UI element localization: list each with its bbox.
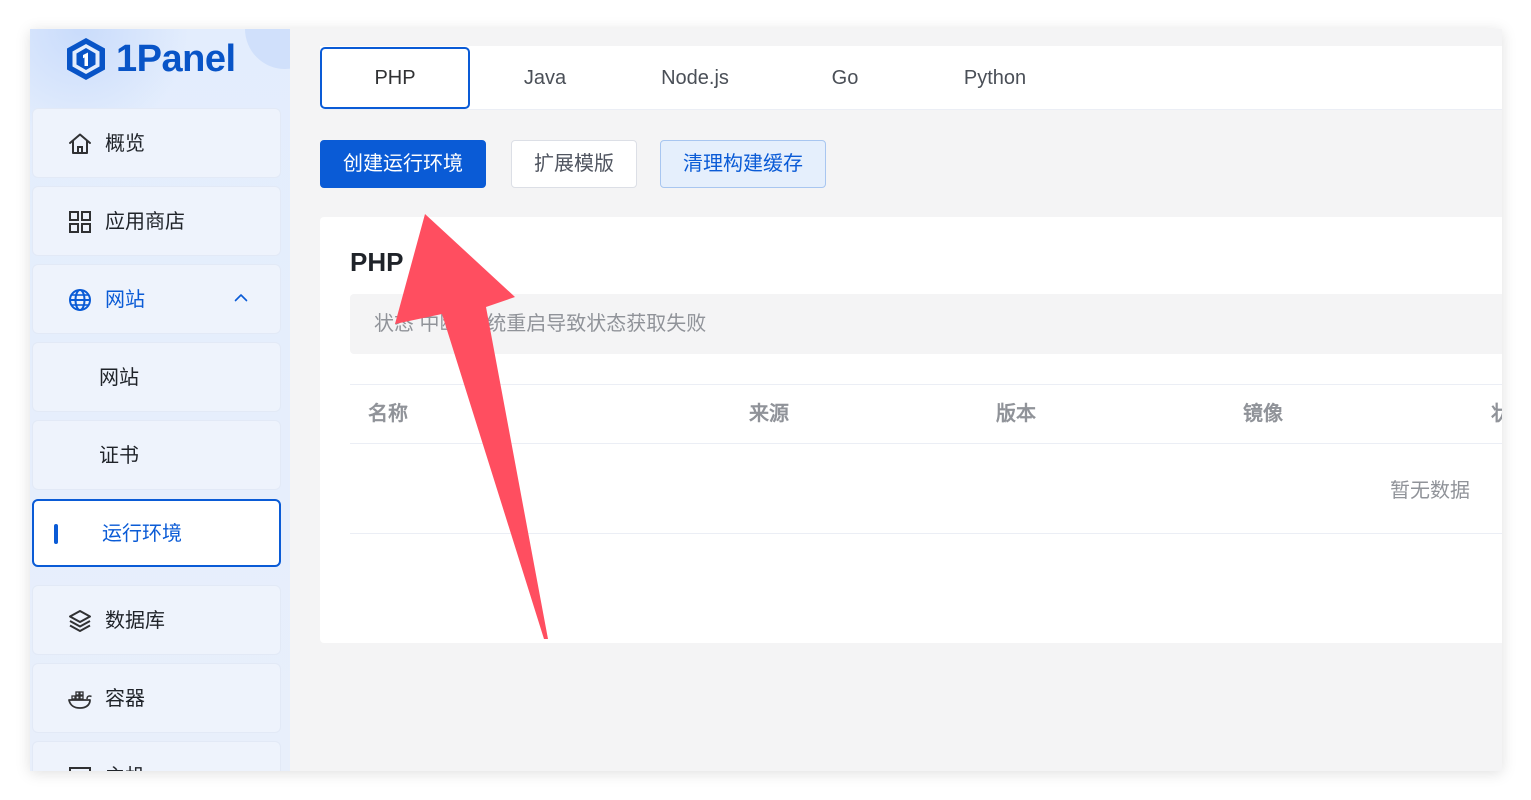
logo-text: 1Panel [116, 37, 236, 80]
sidebar-item-containers[interactable]: 容器 [32, 663, 281, 733]
column-image[interactable]: 镜像 [1243, 385, 1283, 443]
grid-icon [69, 211, 91, 233]
sidebar-item-label: 容器 [105, 688, 145, 710]
column-name[interactable]: 名称 [368, 385, 408, 443]
tab-nodejs[interactable]: Node.js [620, 47, 770, 109]
status-notice: 状态 中断-系统重启导致状态获取失败 [350, 294, 1502, 354]
sidebar-item-label: 概览 [105, 133, 145, 155]
table-empty: 暂无数据 [350, 444, 1502, 534]
empty-text: 暂无数据 [1390, 480, 1470, 502]
runtime-card: PHP 状态 中断-系统重启导致状态获取失败 名称 来源 版本 镜像 状 暂无数… [320, 217, 1502, 643]
sidebar-item-overview[interactable]: 概览 [32, 108, 281, 178]
monitor-icon [69, 767, 91, 771]
sidebar-item-label: 网站 [99, 367, 139, 389]
card-title: PHP [350, 247, 404, 277]
active-indicator [54, 524, 58, 544]
sidebar-subitem-websites[interactable]: 网站 [32, 342, 281, 412]
globe-icon [69, 289, 91, 311]
sidebar-item-hosts[interactable]: 主机 [32, 741, 281, 771]
sidebar-item-websites[interactable]: 网站 [32, 264, 281, 334]
app-window: 1Panel 概览 应用商店 网站 网站 证书 运行环境 数据库 容器 PHP … [30, 29, 1502, 771]
sidebar-subitem-runtime[interactable]: 运行环境 [32, 499, 281, 567]
create-runtime-button[interactable]: 创建运行环境 [320, 140, 486, 188]
tab-java[interactable]: Java [470, 47, 620, 109]
runtime-tabs: PHP Java Node.js Go Python [320, 46, 1502, 110]
home-icon [69, 133, 91, 154]
sidebar-subitem-certificates[interactable]: 证书 [32, 420, 281, 490]
docker-icon [68, 691, 92, 709]
tab-php[interactable]: PHP [320, 47, 470, 109]
layers-icon [69, 610, 91, 632]
column-version[interactable]: 版本 [996, 385, 1036, 443]
sidebar-item-label: 数据库 [105, 610, 165, 632]
tab-python[interactable]: Python [920, 47, 1070, 109]
sidebar-item-databases[interactable]: 数据库 [32, 585, 281, 655]
sidebar-decoration [245, 29, 290, 69]
column-source[interactable]: 来源 [749, 385, 789, 443]
sidebar-item-label: 主机 [105, 764, 145, 771]
chevron-up-icon [234, 294, 248, 302]
logo[interactable]: 1Panel [64, 36, 236, 82]
1panel-logo-icon [67, 38, 105, 80]
sidebar-item-label: 网站 [105, 289, 145, 311]
sidebar-item-label: 运行环境 [102, 523, 182, 545]
sidebar-item-label: 应用商店 [105, 211, 185, 233]
tab-go[interactable]: Go [770, 47, 920, 109]
extend-template-button[interactable]: 扩展模版 [511, 140, 637, 188]
sidebar-item-app-store[interactable]: 应用商店 [32, 186, 281, 256]
sidebar: 1Panel 概览 应用商店 网站 网站 证书 运行环境 数据库 容器 [30, 29, 290, 771]
table-header: 名称 来源 版本 镜像 状 [350, 384, 1502, 444]
clean-build-cache-button[interactable]: 清理构建缓存 [660, 140, 826, 188]
sidebar-item-label: 证书 [99, 445, 139, 467]
column-status[interactable]: 状 [1491, 385, 1502, 443]
